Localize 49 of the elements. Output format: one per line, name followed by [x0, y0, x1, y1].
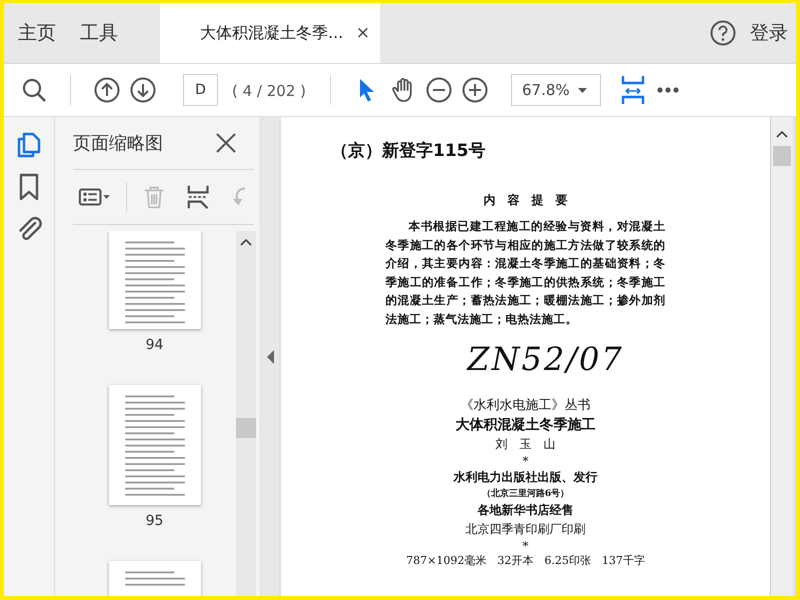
text-line: 北京四季青印刷厂印刷: [466, 521, 586, 538]
zoom-out-icon[interactable]: [426, 77, 452, 103]
zoom-in-icon[interactable]: [462, 77, 488, 103]
page-number-field[interactable]: D: [183, 74, 218, 106]
page-thumbnail[interactable]: [108, 231, 200, 330]
pages-icon[interactable]: [15, 131, 43, 159]
scrollbar-thumb[interactable]: [236, 418, 256, 438]
specs-line: 787×1092毫米 32开本 6.25印张 137千字: [406, 553, 645, 568]
close-tab-button[interactable]: ×: [356, 23, 370, 43]
page-number: 94: [146, 337, 164, 354]
publisher-line: 水利电力出版社出版、发行: [454, 469, 598, 486]
separator-mark: *: [522, 455, 528, 467]
handwritten-note: ZN52/07: [467, 340, 624, 378]
page-number: 95: [146, 512, 164, 529]
collapse-arrow-icon[interactable]: [266, 350, 274, 364]
series-name: 《水利水电施工》丛书: [460, 397, 590, 414]
document-tab[interactable]: 大体积混凝土冬季... ×: [160, 3, 380, 63]
page-count: ( 4 / 202 ): [232, 82, 306, 100]
panel-title: 页面缩略图: [73, 132, 163, 155]
zoom-value: 67.8%: [522, 81, 570, 99]
extract-pages-icon[interactable]: [186, 183, 210, 211]
fit-page-icon[interactable]: [620, 74, 646, 106]
page-thumbnail[interactable]: [108, 560, 200, 596]
menu-tab[interactable]: 工具: [68, 3, 130, 63]
help-icon[interactable]: [710, 20, 736, 46]
zoom-dropdown[interactable]: 67.8%: [511, 74, 602, 106]
scrollbar-thumb[interactable]: [773, 146, 791, 166]
page-thumbnail[interactable]: [108, 385, 200, 505]
menu-tab[interactable]: 主页: [6, 3, 68, 63]
registration-number: （京）新登字115号: [331, 140, 486, 162]
book-title: 大体积混凝土冬季施工: [456, 416, 596, 434]
next-page-icon[interactable]: [130, 77, 156, 103]
section-heading: 内 容 提 要: [484, 192, 568, 209]
summary-paragraph: 本书根据已建工程施工的经验与资料，对混凝土冬季施工的各个环节与相应的施工方法做了较系统的介绍，其主要内容：混凝土冬季施工的基础资料；冬季施工的准备工作；冬季施工的供热系统；冬季施工的混凝土生产；蓄热法施工；暖棚法施工；掺外加剂法施工；蒸气法施工；电热法施工。: [386, 218, 666, 328]
separator-mark: *: [522, 540, 528, 552]
scrollbar[interactable]: [770, 117, 793, 596]
scroll-up-icon[interactable]: [776, 131, 788, 138]
previous-page-icon[interactable]: [94, 77, 120, 103]
text-line: 刘 玉 山: [496, 436, 556, 453]
tab-title: 大体积混凝土冬季...: [200, 22, 344, 44]
address-line: （北京三里河路6号）: [482, 487, 570, 500]
scroll-up-icon[interactable]: [240, 239, 252, 246]
publisher-line: 各地新华书店经售: [478, 502, 574, 519]
more-icon[interactable]: [656, 86, 680, 94]
search-icon[interactable]: [21, 77, 47, 103]
scrollbar[interactable]: [236, 231, 256, 596]
caret-icon: [578, 88, 588, 92]
sign-in-link[interactable]: 登录: [750, 3, 788, 63]
close-icon[interactable]: [215, 132, 237, 154]
